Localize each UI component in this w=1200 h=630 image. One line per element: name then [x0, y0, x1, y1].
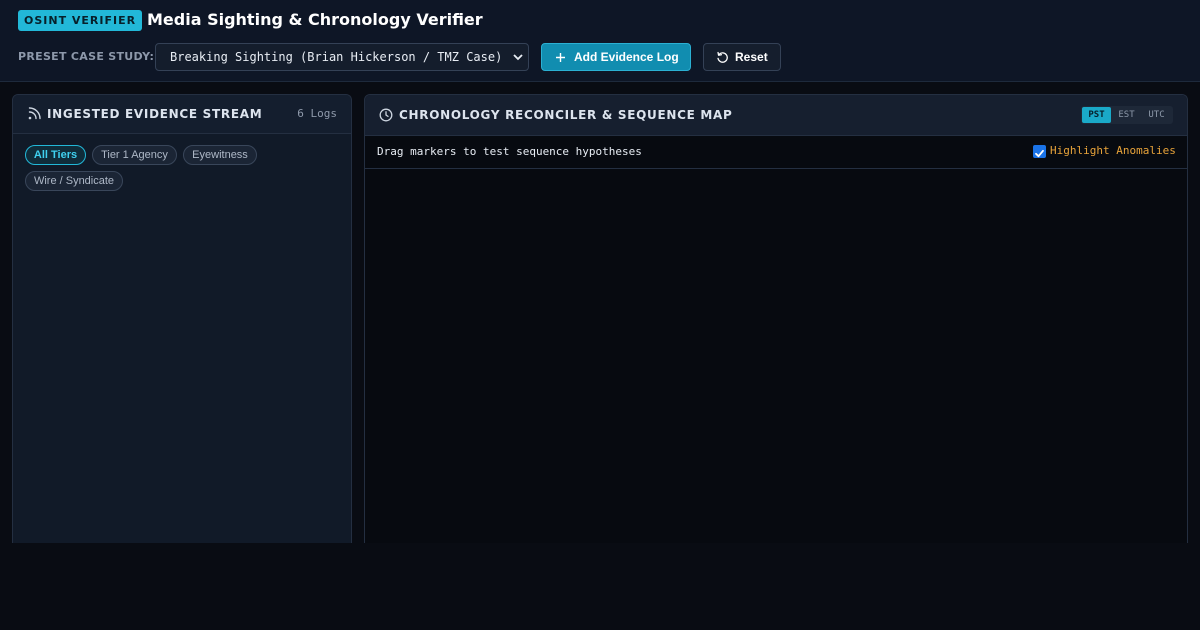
timezone-utc[interactable]: UTC — [1142, 107, 1171, 123]
app-badge: OSINT VERIFIER — [18, 10, 143, 31]
timezone-toggle: PST EST UTC — [1081, 106, 1173, 124]
timezone-est[interactable]: EST — [1112, 107, 1141, 123]
filter-chip-wire-syndicate[interactable]: Wire / Syndicate — [25, 171, 123, 191]
preset-case-label: PRESET CASE STUDY: — [18, 50, 155, 63]
filter-chip-all-tiers[interactable]: All Tiers — [25, 145, 86, 165]
reset-label: Reset — [735, 50, 768, 64]
reset-icon — [717, 51, 728, 63]
chronology-header: CHRONOLOGY RECONCILER & SEQUENCE MAP PST… — [365, 95, 1187, 136]
evidence-stream-header: INGESTED EVIDENCE STREAM 6 Logs — [13, 95, 351, 134]
sequence-map-canvas[interactable] — [365, 169, 1187, 543]
log-count: 6 Logs — [297, 107, 337, 120]
filter-chip-tier-1-agency[interactable]: Tier 1 Agency — [92, 145, 177, 165]
add-evidence-log-button[interactable]: Add Evidence Log — [541, 43, 691, 71]
add-evidence-log-label: Add Evidence Log — [574, 50, 679, 64]
filter-chip-eyewitness[interactable]: Eyewitness — [183, 145, 257, 165]
app-header: OSINT VERIFIER Media Sighting & Chronolo… — [0, 0, 1200, 82]
preset-case-select[interactable]: Breaking Sighting (Brian Hickerson / TMZ… — [155, 43, 529, 71]
chronology-panel: CHRONOLOGY RECONCILER & SEQUENCE MAP PST… — [364, 94, 1188, 543]
chronology-toolbar: Drag markers to test sequence hypotheses… — [365, 136, 1187, 169]
highlight-anomalies-label[interactable]: Highlight Anomalies — [1050, 144, 1176, 158]
sequence-hint: Drag markers to test sequence hypotheses — [377, 145, 642, 158]
rss-feed-icon — [28, 107, 41, 120]
timezone-pst[interactable]: PST — [1082, 107, 1111, 123]
chevron-down-icon — [513, 54, 523, 61]
highlight-anomalies-checkbox[interactable] — [1033, 145, 1046, 158]
checkbox-checked-icon — [1035, 149, 1044, 158]
evidence-stream-panel: INGESTED EVIDENCE STREAM 6 Logs All Tier… — [12, 94, 352, 543]
evidence-stream-title: INGESTED EVIDENCE STREAM — [47, 107, 263, 121]
chronology-title: CHRONOLOGY RECONCILER & SEQUENCE MAP — [399, 108, 733, 122]
app-title: Media Sighting & Chronology Verifier — [147, 10, 483, 29]
preset-case-value: Breaking Sighting (Brian Hickerson / TMZ… — [170, 50, 503, 64]
reset-button[interactable]: Reset — [703, 43, 781, 71]
plus-icon — [556, 53, 565, 62]
clock-icon — [379, 108, 393, 122]
